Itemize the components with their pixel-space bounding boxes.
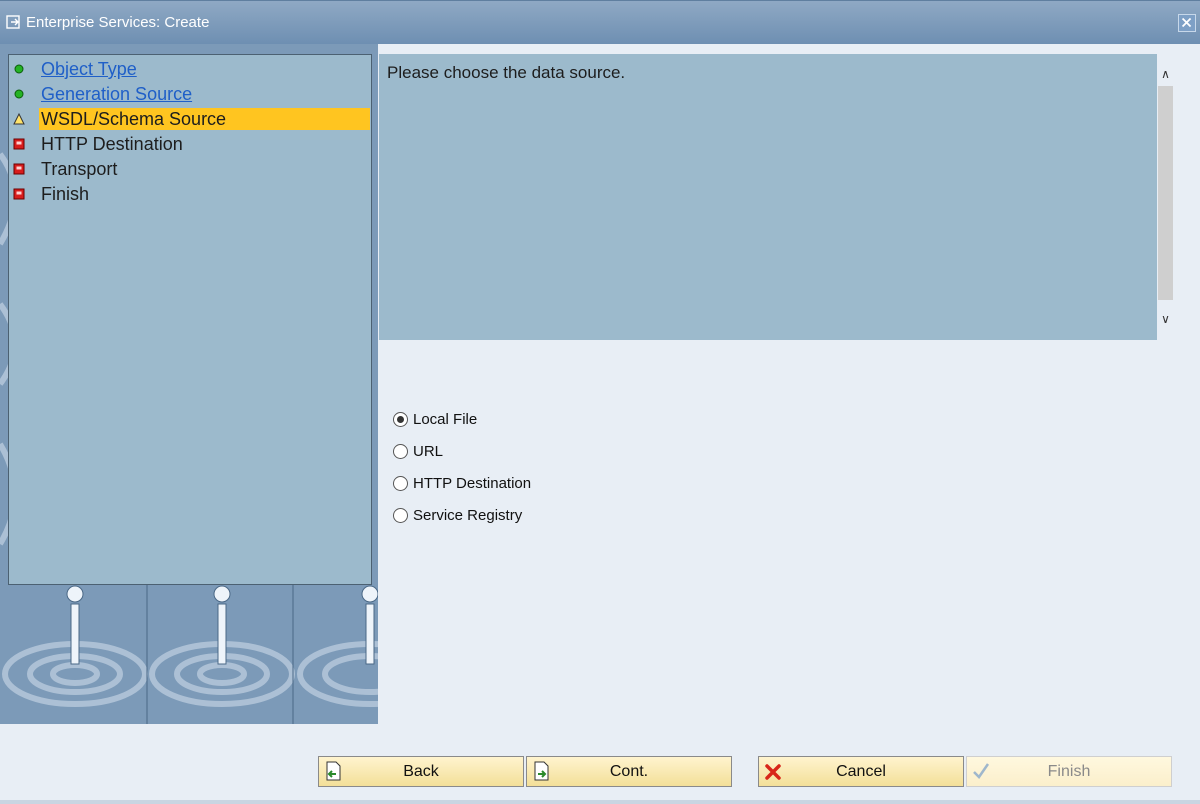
- continue-label: Cont.: [609, 763, 649, 780]
- step-transport[interactable]: Transport: [9, 158, 371, 180]
- close-button[interactable]: [1178, 14, 1196, 32]
- green-status-icon: [14, 89, 24, 99]
- radio-label: HTTP Destination: [413, 475, 532, 492]
- continue-button[interactable]: Cont.: [526, 756, 732, 787]
- window-bottom-border: [0, 800, 1200, 804]
- radio-button[interactable]: [393, 444, 408, 459]
- step-http-destination[interactable]: HTTP Destination: [9, 133, 371, 155]
- step-label: Finish: [41, 184, 90, 204]
- message-area: Please choose the data source.: [379, 54, 1157, 340]
- step-object-type[interactable]: Object Type: [9, 58, 371, 80]
- close-icon: [1181, 17, 1192, 28]
- step-generation-source[interactable]: Generation Source: [9, 83, 371, 105]
- red-status-icon: [13, 163, 25, 175]
- window-title: Enterprise Services: Create: [26, 14, 210, 31]
- radio-label: Service Registry: [413, 507, 523, 524]
- green-status-icon: [14, 64, 24, 74]
- cancel-label: Cancel: [836, 763, 886, 780]
- radio-button-selected[interactable]: [393, 412, 408, 427]
- back-label: Back: [403, 763, 439, 780]
- cancel-button[interactable]: Cancel: [758, 756, 964, 787]
- step-label: HTTP Destination: [41, 134, 183, 154]
- step-label: Transport: [41, 159, 118, 179]
- radio-label: URL: [413, 443, 444, 460]
- wizard-graphic-panel: Object Type Generation Source WSDL/Schem…: [0, 44, 378, 724]
- scroll-thumb[interactable]: [1158, 86, 1173, 300]
- wizard-steps-list: Object Type Generation Source WSDL/Schem…: [8, 54, 372, 585]
- step-label[interactable]: Object Type: [41, 58, 137, 80]
- step-label[interactable]: Generation Source: [41, 83, 192, 105]
- finish-button[interactable]: Finish: [966, 756, 1172, 787]
- radio-label: Local File: [413, 411, 478, 428]
- back-button[interactable]: Back: [318, 756, 524, 787]
- finish-label: Finish: [1047, 763, 1091, 780]
- window-title-bar: Enterprise Services: Create: [0, 0, 1200, 44]
- step-finish[interactable]: Finish: [9, 183, 371, 205]
- warning-triangle-icon: [13, 113, 25, 125]
- step-wsdl-schema-source[interactable]: WSDL/Schema Source: [39, 108, 370, 130]
- message-text: Please choose the data source.: [387, 63, 626, 82]
- scroll-down-icon[interactable]: ∨: [1158, 311, 1173, 327]
- red-status-icon: [13, 138, 25, 150]
- scroll-up-icon[interactable]: ∧: [1158, 66, 1173, 82]
- red-status-icon: [13, 188, 25, 200]
- radio-button[interactable]: [393, 476, 408, 491]
- step-label: WSDL/Schema Source: [41, 109, 227, 129]
- radio-button[interactable]: [393, 508, 408, 523]
- message-scrollbar[interactable]: ∧ ∨: [1157, 54, 1174, 340]
- wizard-icon: [6, 15, 20, 29]
